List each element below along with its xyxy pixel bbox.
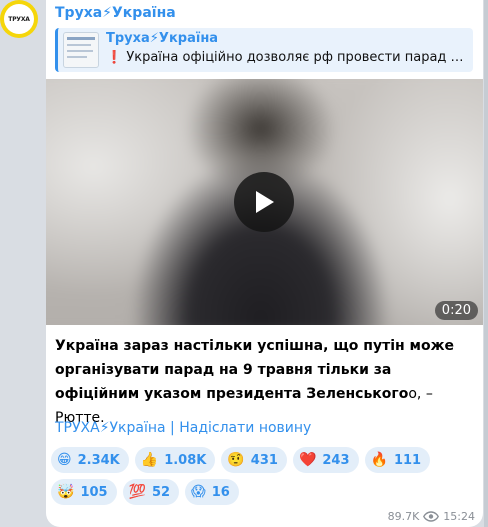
reaction-button[interactable]: 💯 52: [122, 479, 180, 505]
footer-link[interactable]: ТРУХА⚡Україна | Надіслати новину: [55, 420, 311, 436]
message-bold-text: Україна зараз настільки успішна, що путі…: [55, 338, 455, 402]
reaction-count: 105: [80, 484, 108, 500]
reply-thumbnail: [63, 32, 99, 68]
message-text: Україна зараз настільки успішна, що путі…: [55, 334, 475, 430]
reactions-row: 😁 2.34K 👍 1.08K 🤨 431 ❤️ 243 🔥 111: [51, 447, 471, 473]
reaction-emoji: ❤️: [298, 452, 317, 468]
reaction-emoji: 🤨: [227, 452, 245, 468]
reaction-button[interactable]: 😱 16: [185, 479, 239, 505]
eye-icon: [423, 511, 440, 522]
channel-avatar[interactable]: ТРУХА: [0, 0, 38, 38]
reply-text: ❗ Україна офіційно дозволяє рф провести …: [106, 50, 468, 65]
reaction-button[interactable]: 🤯 105: [51, 479, 117, 505]
reactions-row: 🤯 105 💯 52 😱 16: [51, 479, 471, 505]
reaction-emoji: 👍: [140, 452, 159, 468]
reply-title: Труха⚡Україна: [106, 31, 219, 46]
reaction-button[interactable]: 😁 2.34K: [51, 447, 129, 473]
reaction-emoji: 🔥: [370, 452, 388, 468]
reaction-count: 52: [152, 484, 171, 500]
reply-preview[interactable]: Труха⚡Україна ❗ Україна офіційно дозволя…: [55, 28, 473, 72]
reaction-emoji: 😱: [191, 484, 206, 500]
reaction-count: 111: [393, 452, 422, 468]
reactions: 😁 2.34K 👍 1.08K 🤨 431 ❤️ 243 🔥 111 🤯 105 💯 52 😱 16: [51, 447, 471, 511]
scrollbar[interactable]: [484, 0, 488, 527]
reaction-count: 1.08K: [164, 452, 207, 468]
reaction-count: 431: [250, 452, 278, 468]
reaction-button[interactable]: 👍 1.08K: [134, 447, 216, 473]
reaction-emoji: 💯: [128, 484, 147, 500]
video-duration: 0:20: [434, 301, 478, 320]
reaction-button[interactable]: 🔥 111: [364, 447, 431, 473]
reaction-count: 243: [322, 452, 350, 468]
reaction-button[interactable]: 🤨 431: [221, 447, 287, 473]
reaction-count: 16: [211, 484, 230, 500]
message-meta: 89.7K 15:24: [388, 510, 475, 523]
views-count: 89.7K: [387, 510, 420, 523]
play-icon: [256, 191, 274, 213]
channel-name[interactable]: Труха⚡Україна: [55, 5, 176, 21]
video-player[interactable]: 0:20: [46, 79, 483, 325]
play-button[interactable]: [234, 172, 294, 232]
reaction-count: 2.34K: [77, 452, 120, 468]
reaction-button[interactable]: ❤️ 243: [292, 447, 359, 473]
message-time: 15:24: [443, 510, 475, 523]
avatar-logo: ТРУХА: [4, 4, 34, 34]
reaction-emoji: 😁: [57, 452, 72, 468]
message-bubble: Труха⚡Україна Труха⚡Україна ❗ Україна оф…: [46, 0, 483, 527]
reaction-emoji: 🤯: [57, 484, 75, 500]
